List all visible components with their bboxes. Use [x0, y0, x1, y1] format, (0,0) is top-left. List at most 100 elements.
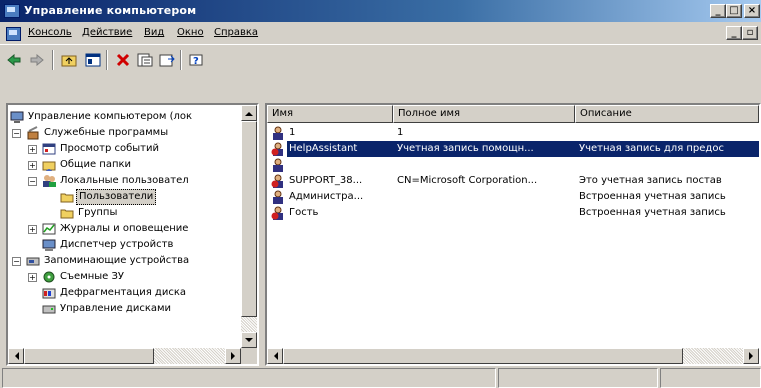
menu-console[interactable]: Консоль — [28, 27, 72, 38]
console-icon[interactable] — [6, 27, 21, 41]
tree-item-event-viewer[interactable]: + Просмотр событий — [10, 141, 240, 157]
user-disabled-icon — [271, 206, 284, 220]
forward-arrow-icon — [30, 54, 44, 66]
tree-item-label: Просмотр событий — [60, 143, 159, 154]
tree-item-performance-logs[interactable]: + Журналы и оповещение — [10, 221, 240, 237]
tree-item-label: Служебные программы — [44, 127, 169, 138]
forward-button[interactable] — [26, 49, 48, 71]
window-title: Управление компьютером — [24, 4, 197, 17]
export-list-icon — [159, 54, 175, 67]
table-row[interactable]: HelpAssistant Учетная запись помощн... У… — [267, 141, 759, 157]
collapse-icon[interactable]: − — [28, 177, 37, 186]
collapse-icon[interactable]: − — [12, 257, 21, 266]
expand-icon[interactable]: + — [28, 161, 37, 170]
show-hide-tree-button[interactable] — [82, 49, 104, 71]
computer-management-icon — [10, 110, 24, 124]
logs-icon — [42, 222, 56, 236]
arrow-down-icon — [245, 337, 253, 342]
user-disabled-icon — [271, 142, 284, 156]
user-icon — [271, 158, 284, 172]
tree-item-system-tools[interactable]: − Служебные программы — [10, 125, 240, 141]
column-header-name[interactable]: Имя — [267, 105, 393, 123]
toolbar-separator — [180, 50, 182, 70]
list-hscroll-thumb[interactable] — [283, 348, 683, 364]
table-row[interactable]: Гость Встроенная учетная запись — [267, 205, 759, 221]
cell-full-name: CN=Microsoft Corporation... — [397, 175, 538, 186]
cell-full-name: 1 — [397, 127, 404, 138]
collapse-icon[interactable]: − — [12, 129, 21, 138]
export-list-button[interactable] — [156, 49, 178, 71]
close-button[interactable]: × — [744, 4, 760, 18]
table-row[interactable]: SUPPORT_38... CN=Microsoft Corporation..… — [267, 173, 759, 189]
delete-button[interactable] — [112, 49, 134, 71]
shared-folders-icon — [42, 158, 56, 172]
maximize-button[interactable]: □ — [726, 4, 742, 18]
user-disabled-icon — [271, 174, 284, 188]
table-row[interactable]: Администра... Встроенная учетная запись — [267, 189, 759, 205]
back-arrow-icon — [7, 54, 21, 66]
menu-bar: Консоль Действие Вид Окно Справка _ ▫ — [0, 22, 761, 44]
tree-scroll-down-button[interactable] — [241, 332, 257, 348]
expand-icon[interactable]: + — [28, 225, 37, 234]
column-header-full-name[interactable]: Полное имя — [393, 105, 575, 123]
menu-help[interactable]: Справка — [214, 27, 258, 38]
user-icon — [271, 190, 284, 204]
status-bar-panel — [498, 368, 658, 388]
tree-pane[interactable]: Управление компьютером (лок − Служебные … — [6, 103, 259, 366]
menu-window[interactable]: Окно — [177, 27, 204, 38]
tree-item-label: Общие папки — [60, 159, 132, 170]
tree-item-local-users-groups[interactable]: − Локальные пользовател — [10, 173, 240, 189]
tree-item-device-manager[interactable]: Диспетчер устройств — [10, 237, 240, 253]
tree-vscroll-thumb[interactable] — [241, 121, 257, 317]
tree-item-storage[interactable]: − Запоминающие устройства — [10, 253, 240, 269]
minimize-icon: _ — [715, 5, 721, 16]
table-row[interactable] — [267, 157, 759, 173]
delete-icon — [116, 53, 130, 67]
tree-item-disk-management[interactable]: Управление дисками — [10, 301, 240, 317]
child-minimize-button[interactable]: _ — [726, 26, 742, 40]
tree-item-label: Дефрагментация диска — [60, 287, 187, 298]
up-one-level-button[interactable] — [58, 49, 80, 71]
tools-icon — [26, 126, 40, 140]
tree-scroll-right-button[interactable] — [225, 348, 241, 364]
help-button[interactable]: ? — [186, 49, 208, 71]
folder-icon — [60, 206, 74, 220]
toolbar: ? — [0, 44, 761, 88]
tree-item-shared-folders[interactable]: + Общие папки — [10, 157, 240, 173]
toolbar-separator — [106, 50, 108, 70]
expand-icon[interactable]: + — [28, 145, 37, 154]
list-scroll-left-button[interactable] — [267, 348, 283, 364]
menu-action[interactable]: Действие — [82, 27, 132, 38]
tree-item-groups[interactable]: Группы — [10, 205, 240, 221]
tree-item-defragmenter[interactable]: Дефрагментация диска — [10, 285, 240, 301]
tree-item-removable-storage[interactable]: + Съемные ЗУ — [10, 269, 240, 285]
child-restore-button[interactable]: ▫ — [742, 26, 758, 40]
cell-description: Учетная запись для предос — [579, 141, 759, 157]
cell-description: Встроенная учетная запись — [579, 191, 726, 202]
properties-button[interactable] — [134, 49, 156, 71]
arrow-right-icon — [748, 352, 753, 360]
tree-item-label: Запоминающие устройства — [44, 255, 190, 266]
tree-item-computer-management[interactable]: Управление компьютером (лок — [10, 109, 240, 125]
column-header-description[interactable]: Описание — [575, 105, 759, 123]
back-button[interactable] — [3, 49, 25, 71]
scroll-corner — [241, 348, 257, 364]
cell-description: Это учетная запись постав — [579, 175, 722, 186]
tree-item-label: Управление дисками — [60, 303, 172, 314]
computer-management-icon — [4, 4, 20, 18]
storage-icon — [26, 254, 40, 268]
cell-name: 1 — [289, 127, 296, 138]
expand-icon[interactable]: + — [28, 273, 37, 282]
list-pane[interactable]: Имя Полное имя Описание 1 1 HelpAssistan… — [265, 103, 761, 366]
tree-scroll-left-button[interactable] — [8, 348, 24, 364]
title-bar[interactable]: Управление компьютером _ □ × — [0, 0, 761, 22]
cell-name: HelpAssistant — [287, 141, 391, 157]
tree-item-users[interactable]: Пользователи — [10, 189, 240, 205]
minimize-button[interactable]: _ — [710, 4, 726, 18]
list-scroll-right-button[interactable] — [743, 348, 759, 364]
tree-scroll-up-button[interactable] — [241, 105, 257, 121]
properties-icon — [137, 53, 153, 67]
table-row[interactable]: 1 1 — [267, 125, 759, 141]
menu-view[interactable]: Вид — [144, 27, 164, 38]
tree-hscroll-thumb[interactable] — [24, 348, 154, 364]
